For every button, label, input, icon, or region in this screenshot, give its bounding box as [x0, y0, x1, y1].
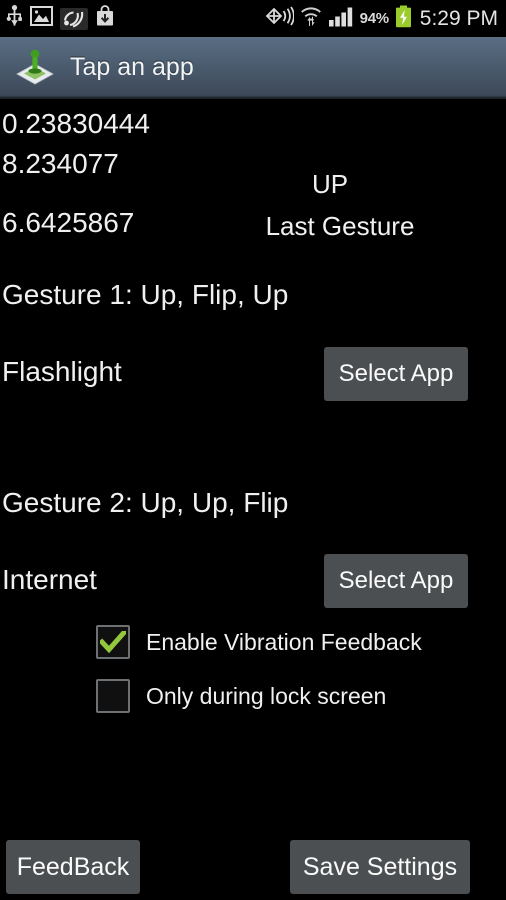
select-app-button-gesture-1[interactable]: Select App	[324, 347, 468, 401]
app-logo-icon	[14, 48, 56, 86]
gesture-2-heading: Gesture 2: Up, Up, Flip	[2, 487, 289, 518]
action-bar: Tap an app	[0, 37, 506, 99]
gallery-icon	[30, 6, 53, 31]
checkbox-label-vibration: Enable Vibration Feedback	[146, 628, 422, 655]
checkbox-label-lockscreen: Only during lock screen	[146, 682, 387, 709]
checkbox-row-vibration[interactable]: Enable Vibration Feedback	[96, 625, 422, 659]
status-bar-clock: 5:29 PM	[419, 6, 498, 30]
status-bar-right-icons: 94% 5:29 PM	[264, 5, 500, 33]
checkbox-row-lockscreen[interactable]: Only during lock screen	[96, 679, 386, 713]
gesture-1-heading: Gesture 1: Up, Flip, Up	[2, 279, 289, 310]
sensor-value-z: 6.6425867	[2, 207, 135, 238]
status-bar-left-icons	[6, 5, 115, 32]
download-icon	[95, 5, 115, 32]
feedback-button[interactable]: FeedBack	[6, 840, 140, 894]
sensor-value-y: 8.234077	[2, 148, 119, 179]
battery-percent: 94%	[359, 10, 389, 27]
check-icon	[100, 631, 126, 653]
gesture-1-app-name: Flashlight	[2, 356, 122, 387]
wifi-icon	[300, 5, 322, 32]
checkbox-lockscreen[interactable]	[96, 679, 130, 713]
gps-icon	[264, 5, 295, 32]
phone-screen: 94% 5:29 PM Tap an app 0.23830444 8.2340…	[0, 0, 506, 900]
battery-icon	[395, 5, 412, 33]
usb-icon	[6, 5, 23, 32]
status-bar: 94% 5:29 PM	[0, 0, 506, 37]
gesture-2-app-name: Internet	[2, 564, 97, 595]
last-gesture-value: UP	[311, 169, 349, 199]
main-content: 0.23830444 8.234077 6.6425867 UP Last Ge…	[0, 101, 506, 900]
select-app-button-gesture-2[interactable]: Select App	[324, 554, 468, 608]
last-gesture-label: Last Gesture	[265, 211, 415, 241]
signal-icon	[328, 6, 354, 32]
nfc-icon	[60, 7, 88, 30]
checkbox-vibration[interactable]	[96, 625, 130, 659]
action-bar-title: Tap an app	[70, 52, 194, 81]
save-settings-button[interactable]: Save Settings	[290, 840, 470, 894]
sensor-value-x: 0.23830444	[2, 108, 150, 139]
